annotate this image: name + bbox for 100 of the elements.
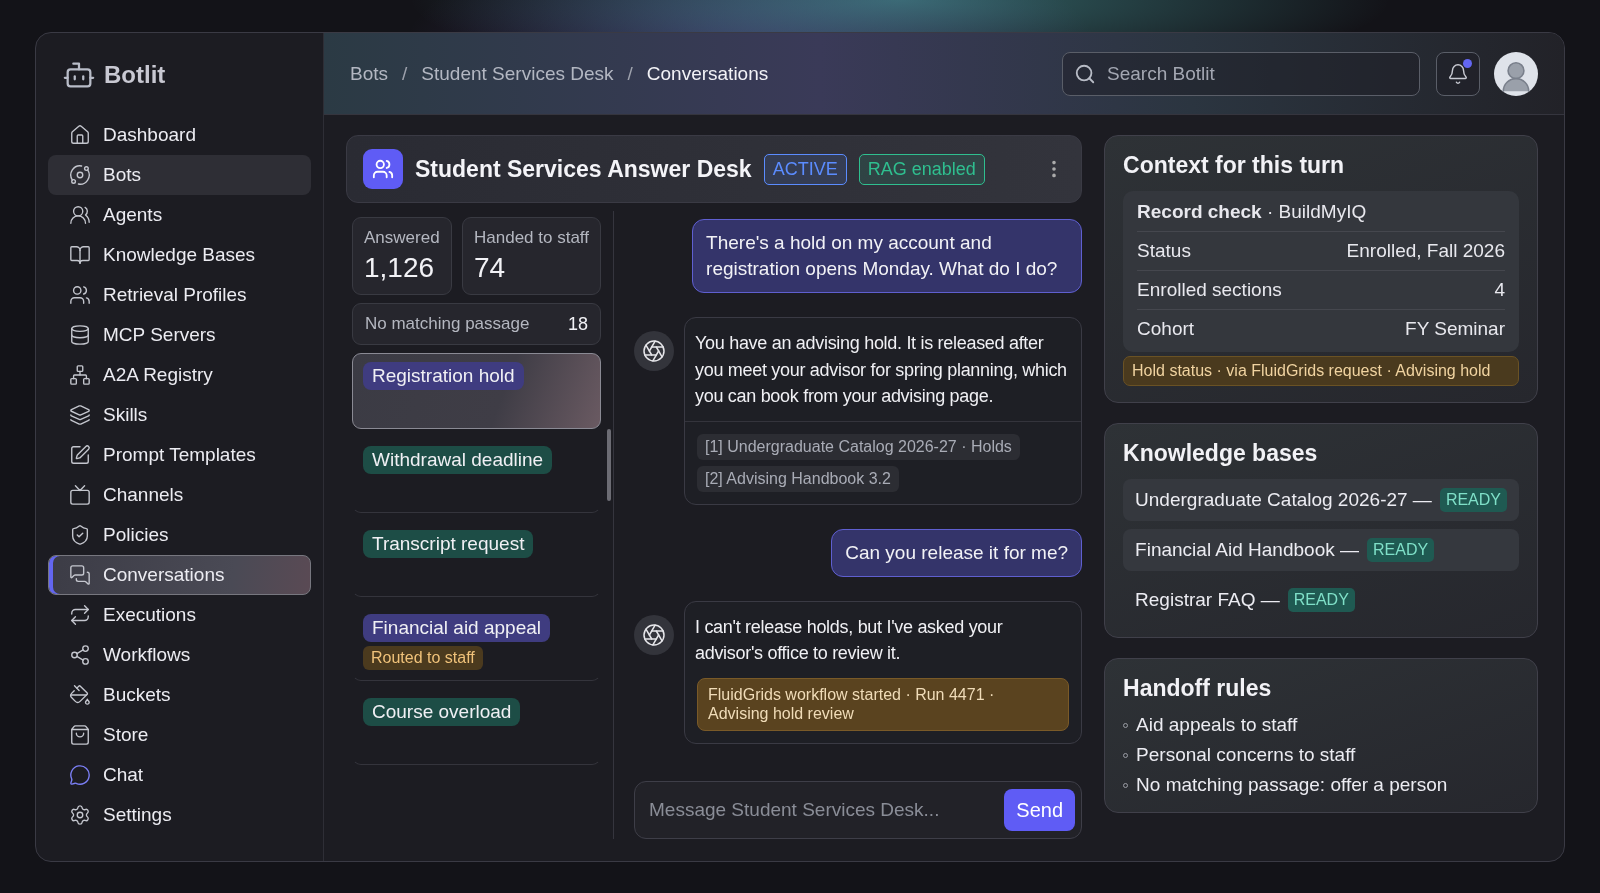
card-title: Handoff rules — [1123, 675, 1273, 702]
topic-row[interactable]: Course overload — [352, 689, 601, 765]
record-value: FY Seminar — [1405, 318, 1505, 340]
nav-item[interactable]: A2A Registry — [48, 355, 311, 395]
record-value: 4 — [1494, 279, 1505, 301]
topic-tag: Registration hold — [363, 362, 524, 390]
topic-tag: Financial aid appeal — [363, 614, 550, 642]
breadcrumb-link[interactable]: Student Services Desk — [421, 62, 614, 85]
knowledge-row[interactable]: Registrar FAQ — READY — [1123, 579, 1519, 621]
stat-value: 74 — [474, 252, 507, 284]
book-icon — [69, 244, 91, 266]
record-value: Enrolled, Fall 2026 — [1346, 240, 1505, 262]
routed-badge: Routed to staff — [363, 646, 483, 670]
knowledge-name: Registrar FAQ — — [1135, 589, 1280, 611]
nav-item[interactable]: Workflows — [48, 635, 311, 675]
ready-badge: READY — [1287, 588, 1355, 612]
topic-tag: Course overload — [363, 698, 521, 726]
nav-item[interactable]: Store — [48, 715, 311, 755]
nav-item[interactable]: Knowledge Bases — [48, 235, 311, 275]
nodes-icon — [69, 364, 91, 386]
knowledge-row[interactable]: Financial Aid Handbook — READY — [1123, 529, 1519, 571]
topic-row[interactable]: Registration hold — [352, 353, 601, 429]
card-title: Knowledge bases — [1123, 440, 1319, 467]
bot-users-icon — [363, 149, 403, 189]
nav-item[interactable]: Policies — [48, 515, 311, 555]
repeat-icon — [69, 604, 91, 626]
nav-item[interactable]: Chat — [48, 755, 311, 795]
assistant-avatar — [634, 614, 674, 655]
scrollbar-thumb[interactable] — [607, 429, 611, 501]
unmatched-count: 18 — [567, 313, 588, 335]
layers-icon — [69, 404, 91, 426]
hold-status-badge: Hold status · via FluidGrids request · Advising hold — [1123, 356, 1519, 386]
home-icon — [69, 124, 91, 146]
tv-icon — [69, 484, 91, 506]
bucket-icon — [69, 684, 91, 706]
nav-item[interactable]: Retrieval Profiles — [48, 275, 311, 315]
topic-row[interactable]: Financial aid appeal Routed to staff — [352, 605, 601, 681]
stat-label: Handed to staff — [474, 228, 589, 248]
source-chip[interactable]: [2] Advising Handbook 3.2 — [697, 465, 899, 492]
breadcrumb-separator: / — [402, 62, 408, 85]
database-icon — [69, 324, 91, 346]
bell-icon — [1447, 62, 1469, 85]
ready-badge: READY — [1439, 488, 1507, 512]
nav-item[interactable]: Executions — [48, 595, 311, 635]
record-label: Enrolled sections — [1137, 279, 1282, 301]
people-icon — [69, 204, 91, 226]
rule-text: Aid appeals to staff — [1136, 714, 1298, 736]
breadcrumb-link[interactable]: Bots — [350, 62, 389, 85]
orbit-icon — [69, 164, 91, 186]
status-badge: ACTIVE — [763, 153, 847, 185]
user-avatar[interactable] — [1494, 51, 1538, 96]
source-chip[interactable]: [1] Undergraduate Catalog 2026-27 · Holds — [697, 433, 1020, 460]
knowledge-row[interactable]: Undergraduate Catalog 2026-27 — READY — [1123, 479, 1519, 521]
card-title: Context for this turn — [1123, 152, 1346, 179]
topic-row[interactable]: Withdrawal deadline — [352, 437, 601, 513]
search-field[interactable]: Search Botlit — [1062, 51, 1420, 96]
user-message: There's a hold on my account and registration opens Monday. What do I do? — [692, 219, 1083, 294]
nav-item[interactable]: Agents — [48, 195, 311, 235]
bot-name: Student Services Answer Desk — [415, 155, 752, 183]
assistant-avatar — [634, 331, 674, 372]
nav-item[interactable]: Skills — [48, 395, 311, 435]
rule-text: No matching passage: offer a person — [1136, 774, 1448, 796]
nav-item[interactable]: Conversations — [48, 555, 311, 595]
knowledge-name: Undergraduate Catalog 2026-27 — — [1135, 489, 1432, 511]
breadcrumb-separator: / — [627, 62, 633, 85]
chat-bubbles-icon — [69, 564, 91, 586]
rule-text: Personal concerns to staff — [1136, 744, 1356, 766]
share-icon — [69, 644, 91, 666]
send-button[interactable]: Send — [1004, 789, 1076, 831]
assistant-text: I can't release holds, but I've asked your advisor's office to review it. — [694, 615, 1004, 666]
nav-item[interactable]: Channels — [48, 475, 311, 515]
pen-square-icon — [69, 444, 91, 466]
ready-badge: READY — [1367, 538, 1435, 562]
user-message: Can you release it for me? — [831, 528, 1083, 577]
nav-item[interactable]: MCP Servers — [48, 315, 311, 355]
workflow-notice: FluidGrids workflow started · Run 4471 · Advising hold review — [697, 678, 1070, 731]
people-icon — [69, 284, 91, 306]
notifications-button[interactable] — [1436, 51, 1480, 96]
nav-item[interactable]: Dashboard — [48, 115, 311, 155]
nav-item[interactable]: Buckets — [48, 675, 311, 715]
stat-label: Answered — [364, 228, 440, 248]
settings-icon — [69, 804, 91, 826]
topic-row[interactable]: Transcript request — [352, 521, 601, 597]
shield-check-icon — [69, 524, 91, 546]
search-icon — [1074, 62, 1096, 85]
breadcrumb-link[interactable]: Conversations — [646, 62, 769, 85]
topic-tag: Withdrawal deadline — [363, 446, 553, 474]
stat-value: 1,126 — [364, 252, 436, 284]
record-label: Status — [1137, 240, 1191, 262]
record-title: Record check · BuildMyIQ — [1137, 201, 1505, 232]
chat-bubble-icon — [69, 764, 91, 786]
topic-tag: Transcript request — [363, 530, 534, 558]
unmatched-label: No matching passage — [365, 314, 530, 334]
status-badge: RAG enabled — [858, 153, 985, 185]
nav-item[interactable]: Prompt Templates — [48, 435, 311, 475]
bag-icon — [69, 724, 91, 746]
knowledge-name: Financial Aid Handbook — — [1135, 539, 1359, 561]
brand-name: Botlit — [104, 61, 166, 89]
nav-item[interactable]: Settings — [48, 795, 311, 835]
nav-item[interactable]: Bots — [48, 155, 311, 195]
